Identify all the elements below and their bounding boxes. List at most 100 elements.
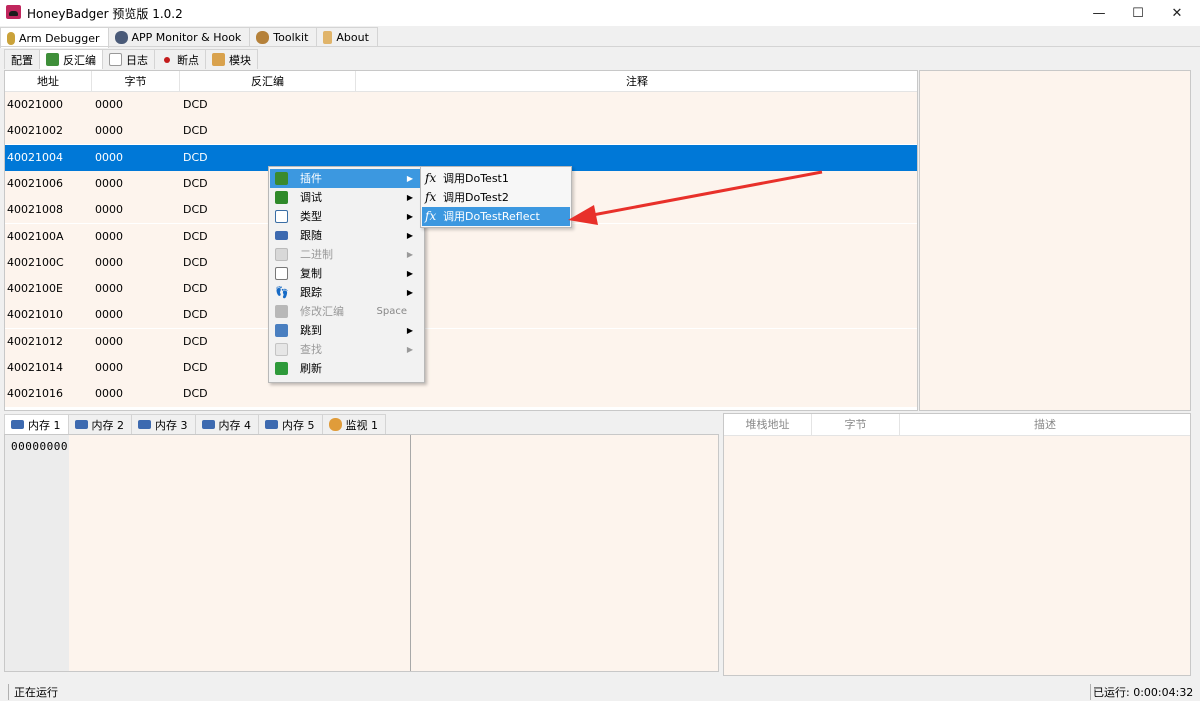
submenu-item-dotestreflect[interactable]: fx 调用DoTestReflect [422,207,570,226]
memory-divider[interactable] [410,435,411,671]
log-icon [109,53,122,66]
menu-item-trace[interactable]: 👣 跟踪 ▶ [270,283,423,302]
tab-memory-2[interactable]: 内存 2 [67,414,132,434]
column-header-address[interactable]: 地址 [5,71,92,92]
tab-label: 日志 [126,53,148,67]
tab-label: 内存 1 [28,418,61,432]
tab-breakpoints[interactable]: 断点 [154,49,206,69]
menu-item-follow[interactable]: 跟随 ▶ [270,226,423,245]
copy-icon [275,267,288,280]
tab-watch-1[interactable]: 监视 1 [321,414,386,434]
submenu-arrow-icon: ▶ [406,288,413,297]
column-header-stack-bytes[interactable]: 字节 [812,414,900,436]
menu-item-debug[interactable]: 调试 ▶ [270,188,423,207]
disasm-cell: DCD [183,334,208,348]
menu-item-label: 类型 [300,210,322,223]
menu-item-label: 跟踪 [300,286,322,299]
annotation-arrow [568,170,823,225]
debug-icon [275,191,288,204]
binary-icon [275,248,288,261]
status-text: 正在运行 [8,684,58,700]
disassembly-view[interactable]: 地址 字节 反汇编 注释 40021000 0000 DCD 40021002 0000… [4,70,918,411]
tab-label: Toolkit [273,31,309,44]
tab-app-monitor-hook[interactable]: APP Monitor & Hook [107,27,251,47]
bytes-cell: 0000 [95,282,123,296]
address-cell: 4002100E [7,282,63,296]
column-header-disasm[interactable]: 反汇编 [180,71,356,92]
main-tab-bar: Arm Debugger APP Monitor & Hook Toolkit … [0,27,378,48]
stack-view[interactable]: 堆栈地址 字节 描述 [723,413,1191,676]
disasm-row[interactable]: 40021012 0000 DCD [5,328,917,355]
submenu-item-dotest1[interactable]: fx 调用DoTest1 [422,169,570,188]
register-panel[interactable] [919,70,1191,411]
tab-label: 内存 5 [282,418,315,432]
tab-config[interactable]: 配置 [4,49,40,69]
bytes-cell: 0000 [95,203,123,217]
refresh-icon [275,362,288,375]
about-icon [323,31,333,44]
tab-log[interactable]: 日志 [102,49,155,69]
close-button[interactable]: ✕ [1154,0,1200,26]
column-header-comment[interactable]: 注释 [356,71,917,92]
menu-item-goto[interactable]: 跳到 ▶ [270,321,423,340]
memory-icon [265,420,278,429]
tab-memory-4[interactable]: 内存 4 [194,414,259,434]
menu-item-shortcut: Space [376,306,407,317]
tab-label: About [336,31,369,44]
toolkit-icon [256,31,270,44]
tab-arm-debugger[interactable]: Arm Debugger [0,27,109,48]
submenu-arrow-icon: ▶ [406,269,413,278]
memory-dump-view[interactable]: 00000000 [4,434,719,672]
menu-item-type[interactable]: 类型 ▶ [270,207,423,226]
tab-disassembly[interactable]: 反汇编 [39,49,103,69]
submenu-item-dotest2[interactable]: fx 调用DoTest2 [422,188,570,207]
submenu-arrow-icon: ▶ [406,212,413,221]
menu-item-find[interactable]: 查找 ▶ [270,340,423,359]
disasm-row[interactable]: 40021014 0000 DCD [5,355,917,381]
arrow-shaft [581,170,823,219]
arrow-head [568,205,598,225]
bytes-cell: 0000 [95,361,123,374]
address-cell: 40021016 [7,387,63,401]
bytes-cell: 0000 [95,229,123,243]
disasm-cell: DCD [183,124,208,138]
tab-label: APP Monitor & Hook [131,31,242,44]
app-logo-icon [6,5,21,19]
disasm-cell: DCD [183,176,208,190]
type-icon [275,210,288,223]
column-header-bytes[interactable]: 字节 [92,71,180,92]
disasm-cell: DCD [183,229,208,243]
disasm-cell: DCD [183,98,208,111]
modify-asm-icon [275,305,288,318]
column-header-stack-address[interactable]: 堆栈地址 [724,414,812,436]
tab-memory-3[interactable]: 内存 3 [131,414,196,434]
address-cell: 40021012 [7,334,63,348]
disasm-row[interactable]: 40021000 0000 DCD [5,92,917,118]
column-header-stack-desc[interactable]: 描述 [900,414,1190,436]
memory-address-column [5,435,69,671]
disasm-row[interactable]: 40021010 0000 DCD [5,302,917,329]
disasm-cell: DCD [183,282,208,296]
disasm-row[interactable]: 40021016 0000 DCD [5,381,917,408]
menu-item-refresh[interactable]: 刷新 [270,359,423,378]
title-bar: HoneyBadger 预览版 1.0.2 — ☐ ✕ [0,0,1200,26]
run-time: 已运行: 0:00:04:32 [1090,684,1193,700]
memory-address: 00000000 [11,440,68,453]
tab-toolkit[interactable]: Toolkit [249,27,318,47]
menu-item-binary[interactable]: 二进制 ▶ [270,245,423,264]
tab-memory-1[interactable]: 内存 1 [4,414,69,434]
tab-about[interactable]: About [316,27,378,47]
bytes-cell: 0000 [95,150,123,164]
tab-memory-5[interactable]: 内存 5 [258,414,323,434]
menu-item-modify-asm[interactable]: 修改汇编 Space [270,302,423,321]
menu-item-copy[interactable]: 复制 ▶ [270,264,423,283]
plugin-icon [275,172,288,185]
disasm-row[interactable]: 40021002 0000 DCD [5,118,917,145]
disasm-row[interactable]: 4002100E 0000 DCD [5,276,917,303]
tab-modules[interactable]: 模块 [205,49,258,69]
disasm-row[interactable]: 4002100C 0000 DCD [5,249,917,276]
tab-label: 配置 [11,53,33,67]
menu-item-plugin[interactable]: 插件 ▶ [270,169,423,188]
bytes-cell: 0000 [95,387,123,401]
bytes-cell: 0000 [95,176,123,190]
